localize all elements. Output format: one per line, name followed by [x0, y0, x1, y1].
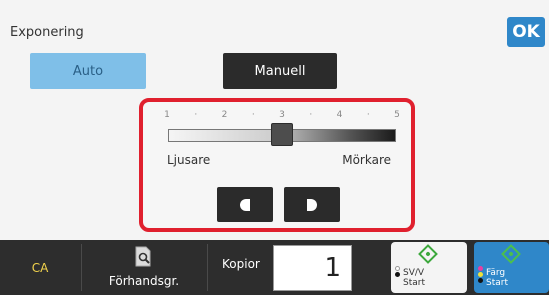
- exposure-scale: 1 · 2 · 3 · 4 · 5: [164, 110, 400, 124]
- scale-tick-5: 5: [394, 110, 400, 120]
- scale-tick-1: 1: [164, 110, 170, 120]
- scale-tick-3: 3: [279, 110, 285, 120]
- copies-label: Kopior: [222, 257, 260, 271]
- darker-step-button[interactable]: [284, 187, 340, 222]
- lighter-label: Ljusare: [167, 153, 211, 167]
- color-start-label: Färg Start: [486, 268, 508, 288]
- bw-start-label: SV/V Start: [403, 268, 425, 288]
- copies-input[interactable]: 1: [273, 245, 352, 291]
- manual-button[interactable]: Manuell: [223, 53, 337, 89]
- half-circle-left-icon: [240, 198, 250, 211]
- scale-dot: ·: [309, 110, 313, 120]
- bw-start-button[interactable]: SV/V Start: [391, 242, 467, 293]
- scale-tick-4: 4: [336, 110, 343, 120]
- auto-button[interactable]: Auto: [30, 53, 146, 89]
- clear-all-button[interactable]: CA: [0, 240, 80, 295]
- scale-dot: ·: [251, 110, 255, 120]
- start-diamond-icon: [418, 244, 438, 264]
- preview-magnifier-icon: [135, 246, 151, 267]
- exposure-slider-knob[interactable]: [271, 123, 293, 146]
- preview-label: Förhandsgr.: [108, 274, 180, 288]
- bw-dots-icon: [395, 266, 403, 277]
- scale-dot: ·: [366, 110, 370, 120]
- start-diamond-icon: [501, 244, 521, 264]
- page-title: Exponering: [10, 25, 84, 40]
- exposure-panel: 1 · 2 · 3 · 4 · 5 Ljusare Mörkare: [139, 98, 415, 232]
- color-start-button[interactable]: Färg Start: [474, 242, 549, 293]
- half-circle-right-icon: [307, 198, 317, 211]
- color-dots-icon: [478, 266, 486, 283]
- bottom-bar: CA Förhandsgr. Kopior 1 SV/V Start Färg …: [0, 240, 549, 295]
- scale-tick-2: 2: [221, 110, 228, 120]
- preview-button[interactable]: Förhandsgr.: [82, 240, 206, 295]
- lighter-step-button[interactable]: [217, 187, 273, 222]
- exposure-screen: Exponering OK Auto Manuell 1 · 2 · 3 · 4 · 5 Lju…: [0, 0, 549, 295]
- ok-button[interactable]: OK: [507, 17, 545, 47]
- darker-label: Mörkare: [342, 153, 391, 167]
- divider: [207, 244, 208, 291]
- scale-dot: ·: [194, 110, 198, 120]
